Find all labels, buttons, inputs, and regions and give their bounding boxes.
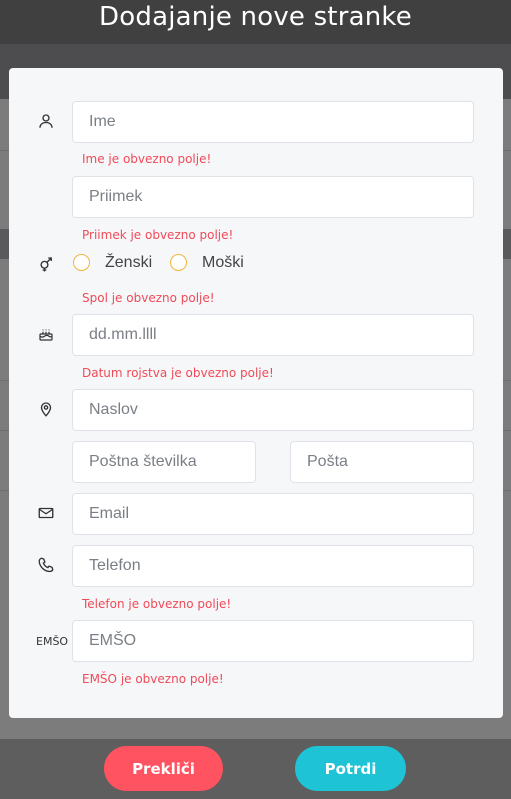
gender-male-radio[interactable]	[170, 254, 187, 271]
gender-male-label: Moški	[202, 254, 244, 271]
address-input[interactable]: Naslov	[72, 389, 474, 431]
last-name-error: Priimek je obvezno polje!	[82, 228, 234, 242]
gender-female-radio[interactable]	[73, 254, 90, 271]
birthday-cake-icon	[36, 324, 56, 344]
phone-input[interactable]: Telefon	[72, 545, 474, 587]
gender-icon	[36, 254, 56, 274]
gender-female-label: Ženski	[105, 254, 153, 271]
add-client-modal: Ime Ime je obvezno polje! Priimek Priime…	[9, 68, 503, 718]
post-office-input[interactable]: Pošta	[290, 441, 474, 483]
birth-date-error: Datum rojstva je obvezno polje!	[82, 366, 274, 380]
page-title: Dodajanje nove stranke	[99, 2, 412, 32]
gender-error: Spol je obvezno polje!	[82, 291, 215, 305]
emso-error: EMŠO je obvezno polje!	[82, 672, 224, 686]
envelope-icon	[36, 503, 56, 523]
user-icon	[36, 111, 56, 131]
emso-input[interactable]: EMŠO	[72, 620, 474, 662]
last-name-input[interactable]: Priimek	[72, 176, 474, 218]
birth-date-input[interactable]: dd.mm.llll	[72, 314, 474, 356]
cancel-button[interactable]: Prekliči	[104, 746, 223, 791]
location-pin-icon	[36, 399, 56, 419]
phone-icon	[36, 555, 56, 575]
emso-label: EMŠO	[36, 635, 69, 648]
phone-error: Telefon je obvezno polje!	[82, 597, 232, 611]
first-name-error: Ime je obvezno polje!	[82, 152, 212, 166]
postal-code-input[interactable]: Poštna številka	[72, 441, 256, 483]
confirm-button[interactable]: Potrdi	[295, 746, 406, 791]
first-name-input[interactable]: Ime	[72, 101, 474, 143]
email-input[interactable]: Email	[72, 493, 474, 535]
